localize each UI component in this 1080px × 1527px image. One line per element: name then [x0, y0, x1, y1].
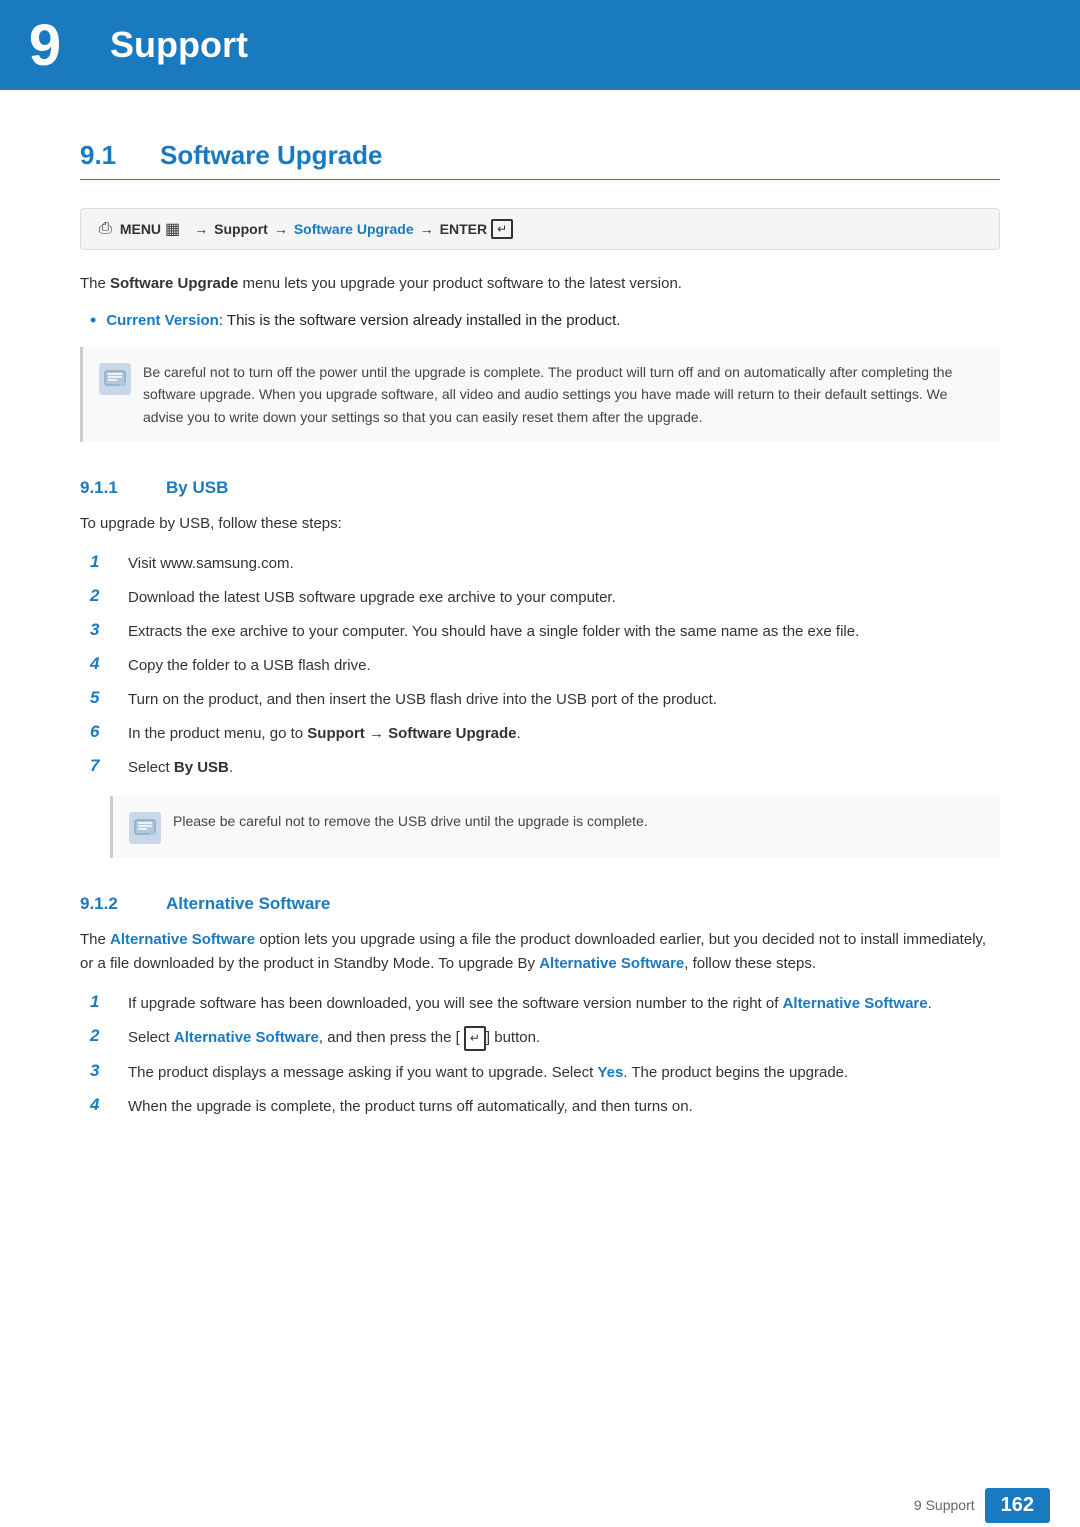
menu-label: MENU	[120, 221, 161, 237]
usb-step-7: 7 Select By USB.	[80, 756, 1000, 780]
usb-step-3: 3 Extracts the exe archive to your compu…	[80, 620, 1000, 644]
arrow-1: →	[194, 221, 208, 237]
subsection-9-1-2-heading: 9.1.2 Alternative Software	[80, 894, 1000, 914]
section-9-1-number: 9.1	[80, 140, 140, 171]
software-upgrade-nav: Software Upgrade	[294, 221, 414, 237]
note-icon-usb	[129, 812, 161, 844]
alt-step-num-4: 4	[90, 1095, 120, 1115]
step-text-3: Extracts the exe archive to your compute…	[128, 620, 859, 644]
step-num-3: 3	[90, 620, 120, 640]
step-text-2: Download the latest USB software upgrade…	[128, 586, 616, 610]
step-num-7: 7	[90, 756, 120, 776]
alt-step-num-3: 3	[90, 1061, 120, 1081]
by-usb-bold: By USB	[174, 759, 229, 776]
subsection-9-1-1-title: By USB	[166, 478, 228, 498]
alt-sw-bold-2: Alternative Software	[539, 955, 684, 972]
usb-step-2: 2 Download the latest USB software upgra…	[80, 586, 1000, 610]
bullet-text: Current Version: This is the software ve…	[106, 312, 620, 329]
step-text-7: Select By USB.	[128, 756, 233, 780]
step-text-5: Turn on the product, and then insert the…	[128, 688, 717, 712]
step-num-5: 5	[90, 688, 120, 708]
alt-sw-intro: The Alternative Software option lets you…	[80, 928, 1000, 976]
usb-step-1: 1 Visit www.samsung.com.	[80, 552, 1000, 576]
note-text-1: Be careful not to turn off the power unt…	[143, 361, 984, 428]
menu-path: ⎙ MENU ▦ → Support → Software Upgrade → …	[80, 208, 1000, 250]
by-usb-intro: To upgrade by USB, follow these steps:	[80, 512, 1000, 536]
note-box-1: Be careful not to turn off the power unt…	[80, 347, 1000, 442]
chapter-number: 9	[29, 12, 61, 79]
grid-icon: ▦	[165, 219, 180, 239]
alt-step-text-3: The product displays a message asking if…	[128, 1061, 848, 1085]
page-number: 162	[985, 1488, 1050, 1523]
alt-sw-step1-bold: Alternative Software	[783, 995, 928, 1012]
chapter-header: 9 Support	[0, 0, 1080, 90]
usb-step-6: 6 In the product menu, go to Support → S…	[80, 722, 1000, 746]
step-text-6: In the product menu, go to Support → Sof…	[128, 722, 521, 746]
arrow-2: →	[274, 221, 288, 237]
chapter-number-box: 9	[0, 0, 90, 90]
note-icon-1	[99, 363, 131, 395]
enter-icon: ↵	[491, 219, 513, 239]
current-version-label: Current Version	[106, 312, 219, 329]
section-9-1-heading: 9.1 Software Upgrade	[80, 140, 1000, 180]
main-content: 9.1 Software Upgrade ⎙ MENU ▦ → Support …	[0, 90, 1080, 1215]
yes-bold: Yes	[597, 1064, 623, 1081]
step-num-2: 2	[90, 586, 120, 606]
step-num-6: 6	[90, 722, 120, 742]
footer-label: 9 Support	[914, 1497, 975, 1513]
alt-step-4: 4 When the upgrade is complete, the prod…	[80, 1095, 1000, 1119]
usb-steps-list: 1 Visit www.samsung.com. 2 Download the …	[80, 552, 1000, 780]
step-num-4: 4	[90, 654, 120, 674]
usb-step-4: 4 Copy the folder to a USB flash drive.	[80, 654, 1000, 678]
alt-step-2: 2 Select Alternative Software, and then …	[80, 1026, 1000, 1051]
arrow-3: →	[420, 221, 434, 237]
step-text-4: Copy the folder to a USB flash drive.	[128, 654, 371, 678]
subsection-9-1-1-number: 9.1.1	[80, 478, 150, 498]
alt-step-text-1: If upgrade software has been downloaded,…	[128, 992, 932, 1016]
menu-icon: ⎙	[99, 220, 112, 238]
step-num-1: 1	[90, 552, 120, 572]
usb-step-5: 5 Turn on the product, and then insert t…	[80, 688, 1000, 712]
alt-step-num-1: 1	[90, 992, 120, 1012]
subsection-9-1-2-number: 9.1.2	[80, 894, 150, 914]
alt-step-3: 3 The product displays a message asking …	[80, 1061, 1000, 1085]
support-bold: Support	[307, 725, 365, 742]
support-nav: Support	[214, 221, 268, 237]
section-9-1-title: Software Upgrade	[160, 140, 383, 171]
step-text-1: Visit www.samsung.com.	[128, 552, 294, 576]
alt-step-num-2: 2	[90, 1026, 120, 1046]
enter-label: ENTER	[440, 221, 487, 237]
page-footer: 9 Support 162	[0, 1483, 1080, 1527]
alt-step-text-4: When the upgrade is complete, the produc…	[128, 1095, 693, 1119]
alt-sw-step2-bold: Alternative Software	[174, 1029, 319, 1046]
subsection-9-1-1-heading: 9.1.1 By USB	[80, 478, 1000, 498]
alt-step-1: 1 If upgrade software has been downloade…	[80, 992, 1000, 1016]
alt-step-text-2: Select Alternative Software, and then pr…	[128, 1026, 540, 1051]
alt-sw-steps-list: 1 If upgrade software has been downloade…	[80, 992, 1000, 1119]
note-box-usb: Please be careful not to remove the USB …	[110, 796, 1000, 858]
chapter-title: Support	[110, 24, 248, 66]
bullet-list: • Current Version: This is the software …	[80, 312, 1000, 331]
software-upgrade-bold: Software Upgrade	[110, 275, 238, 292]
intro-paragraph: The Software Upgrade menu lets you upgra…	[80, 272, 1000, 296]
software-upgrade-bold-6: Software Upgrade	[388, 725, 516, 742]
note-text-usb: Please be careful not to remove the USB …	[173, 810, 648, 832]
enter-icon-step2: ↵	[464, 1026, 486, 1051]
alt-sw-bold-1: Alternative Software	[110, 931, 255, 948]
subsection-9-1-2-title: Alternative Software	[166, 894, 330, 914]
bullet-dot: •	[90, 310, 96, 331]
bullet-item-current-version: • Current Version: This is the software …	[80, 312, 1000, 331]
